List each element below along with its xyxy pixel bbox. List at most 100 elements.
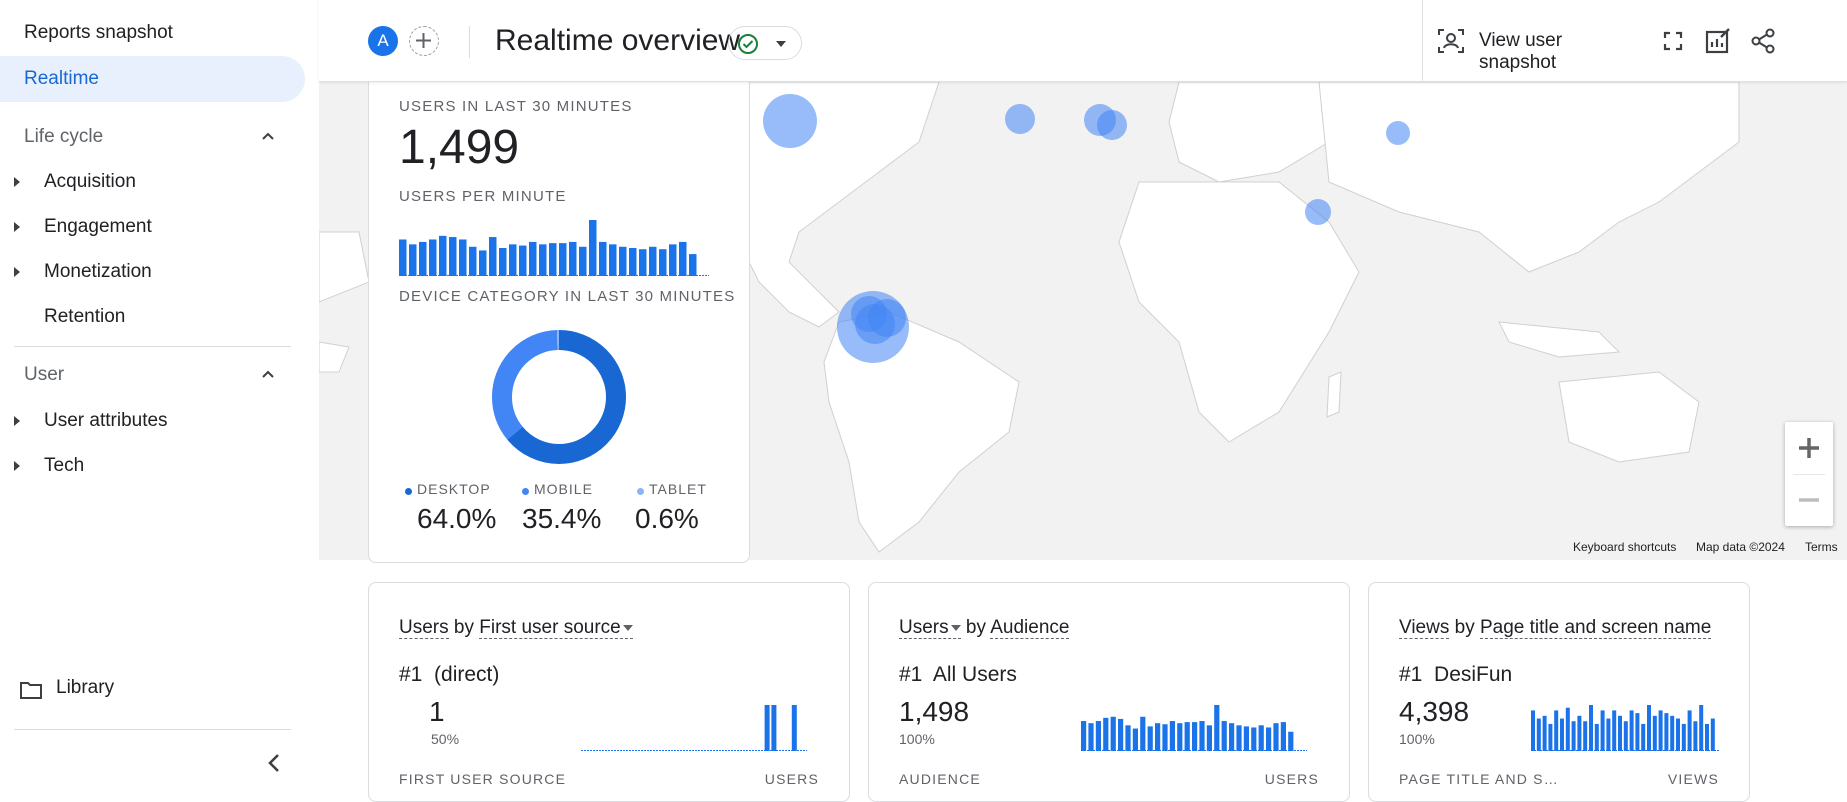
terms-link[interactable]: Terms [1805, 540, 1838, 554]
per-minute-caption: USERS PER MINUTE [399, 188, 567, 205]
bar [1635, 713, 1640, 751]
divider [14, 346, 291, 347]
bar [1710, 718, 1715, 751]
top-name: All Users [932, 663, 1017, 686]
bar [1594, 723, 1599, 751]
bar [1140, 716, 1146, 751]
bar [1664, 713, 1669, 751]
sidebar-item-engagement[interactable]: Engagement [0, 205, 300, 249]
device-name: MOBILE [534, 481, 593, 497]
sidebar-item-realtime[interactable]: Realtime [0, 56, 305, 102]
view-user-snapshot-button[interactable]: View user snapshot [1437, 24, 1633, 73]
bar [1618, 715, 1622, 751]
bar [1699, 705, 1704, 751]
bar [1236, 725, 1242, 751]
bar [1565, 707, 1570, 751]
comparison-avatar[interactable]: A [368, 26, 398, 56]
sidebar-item-retention[interactable]: Retention [0, 295, 300, 339]
bar [764, 705, 770, 751]
customize-report-icon[interactable] [1703, 26, 1733, 56]
person-snapshot-icon [1438, 29, 1464, 53]
report-status-dropdown[interactable] [728, 26, 802, 60]
bar [1600, 710, 1605, 751]
dimension-selector[interactable]: Audience [990, 617, 1070, 639]
sidebar: Reports snapshot Realtime Life cycle Acq… [0, 0, 319, 788]
bar [1125, 725, 1131, 751]
plus-icon [1799, 438, 1819, 458]
bar [1693, 721, 1698, 751]
by-label: by [1454, 617, 1475, 638]
bar [1266, 727, 1272, 751]
metric-selector[interactable]: Users [399, 617, 449, 639]
column-header-metric: USERS [764, 771, 819, 787]
bar [519, 245, 527, 276]
device-donut-chart[interactable] [492, 330, 626, 464]
bar [509, 244, 517, 276]
map-data-attribution: Map data ©2024 [1696, 540, 1785, 554]
bar [1560, 718, 1564, 751]
sidebar-item-monetization[interactable]: Monetization [0, 250, 300, 294]
bar [479, 250, 487, 276]
section-user-header[interactable]: User [14, 352, 291, 398]
top-name: (direct) [434, 663, 500, 686]
divider [469, 26, 470, 58]
collapse-sidebar-chevron-left-icon[interactable] [262, 750, 286, 776]
column-header-dimension: FIRST USER SOURCE [399, 771, 567, 787]
device-pct: 35.4% [522, 503, 602, 534]
add-comparison-button[interactable] [409, 26, 439, 56]
bar [489, 237, 497, 276]
legend-dot [637, 488, 644, 495]
bar [1206, 725, 1212, 751]
keyboard-shortcuts-link[interactable]: Keyboard shortcuts [1573, 540, 1676, 554]
sidebar-item-tech[interactable]: Tech [0, 444, 300, 488]
fullscreen-icon[interactable] [1658, 26, 1688, 56]
top-sparkline [1081, 705, 1307, 751]
bar [1612, 710, 1617, 751]
card-title: Views by Page title and screen name [1399, 617, 1712, 639]
dimension-selector[interactable]: Page title and screen name [1479, 617, 1712, 639]
bar [1577, 715, 1582, 751]
bar [1687, 710, 1692, 751]
dimension-selector[interactable]: First user source [479, 617, 633, 639]
bar [679, 241, 687, 276]
bar [1554, 710, 1559, 751]
bar [791, 705, 797, 751]
section-label: Life cycle [24, 126, 104, 147]
expand-arrow-icon [14, 267, 20, 277]
sidebar-item-library[interactable]: Library [20, 675, 300, 705]
sidebar-item-user-attributes[interactable]: User attributes [0, 399, 300, 443]
bar [1118, 718, 1124, 751]
top-value: 4,398 [1399, 696, 1470, 727]
sidebar-item-reports-snapshot[interactable]: Reports snapshot [24, 22, 173, 44]
card-title: Users by Audience [899, 617, 1070, 639]
bar [1670, 715, 1675, 751]
bar [1658, 710, 1663, 751]
top-value: 1,498 [899, 696, 970, 727]
share-icon[interactable] [1748, 26, 1778, 56]
bar [539, 244, 547, 276]
metric-label: Users [899, 617, 949, 638]
zoom-out-button[interactable] [1785, 474, 1833, 526]
top-pct: 50% [431, 731, 460, 747]
sidebar-item-acquisition[interactable]: Acquisition [0, 160, 300, 204]
zoom-in-button[interactable] [1785, 422, 1833, 474]
bar [1110, 716, 1116, 751]
bar [1629, 710, 1634, 751]
bar [559, 243, 567, 276]
device-pct: 64.0% [417, 503, 497, 534]
users-per-minute-chart[interactable] [399, 216, 709, 276]
bar [1162, 724, 1168, 751]
bar [1531, 710, 1535, 751]
bar [459, 239, 467, 276]
section-lifecycle-header[interactable]: Life cycle [14, 114, 291, 160]
bar [1132, 728, 1138, 751]
bar [1571, 721, 1576, 751]
metric-selector[interactable]: Users [899, 617, 961, 639]
caret-down-icon [776, 41, 786, 47]
device-caption: DEVICE CATEGORY IN LAST 30 MINUTES [399, 288, 736, 305]
rank: #1 [899, 663, 923, 686]
metric-selector[interactable]: Views [1399, 617, 1450, 639]
bar [619, 246, 627, 276]
expand-arrow-icon [14, 416, 20, 426]
sidebar-item-label: Acquisition [44, 171, 136, 192]
